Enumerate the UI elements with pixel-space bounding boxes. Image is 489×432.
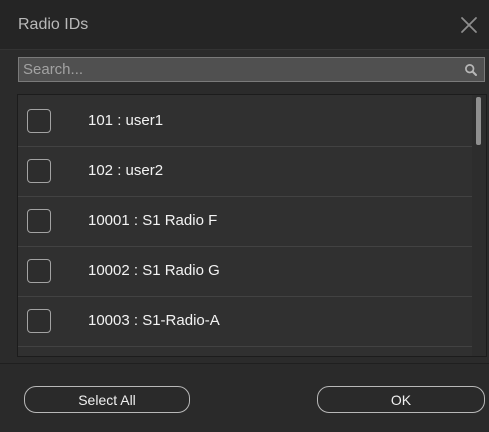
search-icon[interactable] xyxy=(464,63,478,77)
scrollbar-thumb[interactable] xyxy=(476,97,481,145)
search-input[interactable] xyxy=(19,58,459,81)
search-box xyxy=(18,57,485,82)
item-checkbox[interactable] xyxy=(27,259,51,283)
list-item[interactable]: 101 : user1 xyxy=(18,97,474,147)
item-label: 10003 : S1-Radio-A xyxy=(88,312,220,329)
list-item[interactable]: 10002 : S1 Radio G xyxy=(18,247,474,297)
select-all-button[interactable]: Select All xyxy=(24,386,190,413)
item-checkbox[interactable] xyxy=(27,159,51,183)
radio-id-list-items: 101 : user1 102 : user2 10001 : S1 Radio… xyxy=(18,95,474,356)
vertical-scrollbar[interactable] xyxy=(472,95,486,356)
item-label: 10001 : S1 Radio F xyxy=(88,212,218,229)
dialog-titlebar: Radio IDs xyxy=(0,0,489,50)
item-checkbox[interactable] xyxy=(27,309,51,333)
item-checkbox[interactable] xyxy=(27,209,51,233)
item-label: 10002 : S1 Radio G xyxy=(88,262,220,279)
ok-button[interactable]: OK xyxy=(317,386,485,413)
list-item[interactable]: 10003 : S1-Radio-A xyxy=(18,297,474,347)
item-checkbox[interactable] xyxy=(27,109,51,133)
radio-id-list: 101 : user1 102 : user2 10001 : S1 Radio… xyxy=(17,94,487,357)
radio-ids-dialog: Radio IDs 101 : user1 102 : user2 xyxy=(0,0,489,432)
close-icon xyxy=(461,17,477,33)
dialog-title: Radio IDs xyxy=(18,16,89,33)
list-item[interactable]: 10001 : S1 Radio F xyxy=(18,197,474,247)
item-label: 102 : user2 xyxy=(88,162,164,179)
close-button[interactable] xyxy=(457,13,481,37)
list-item[interactable]: 102 : user2 xyxy=(18,147,474,197)
item-label: 101 : user1 xyxy=(88,112,164,129)
footer-divider xyxy=(0,363,489,364)
